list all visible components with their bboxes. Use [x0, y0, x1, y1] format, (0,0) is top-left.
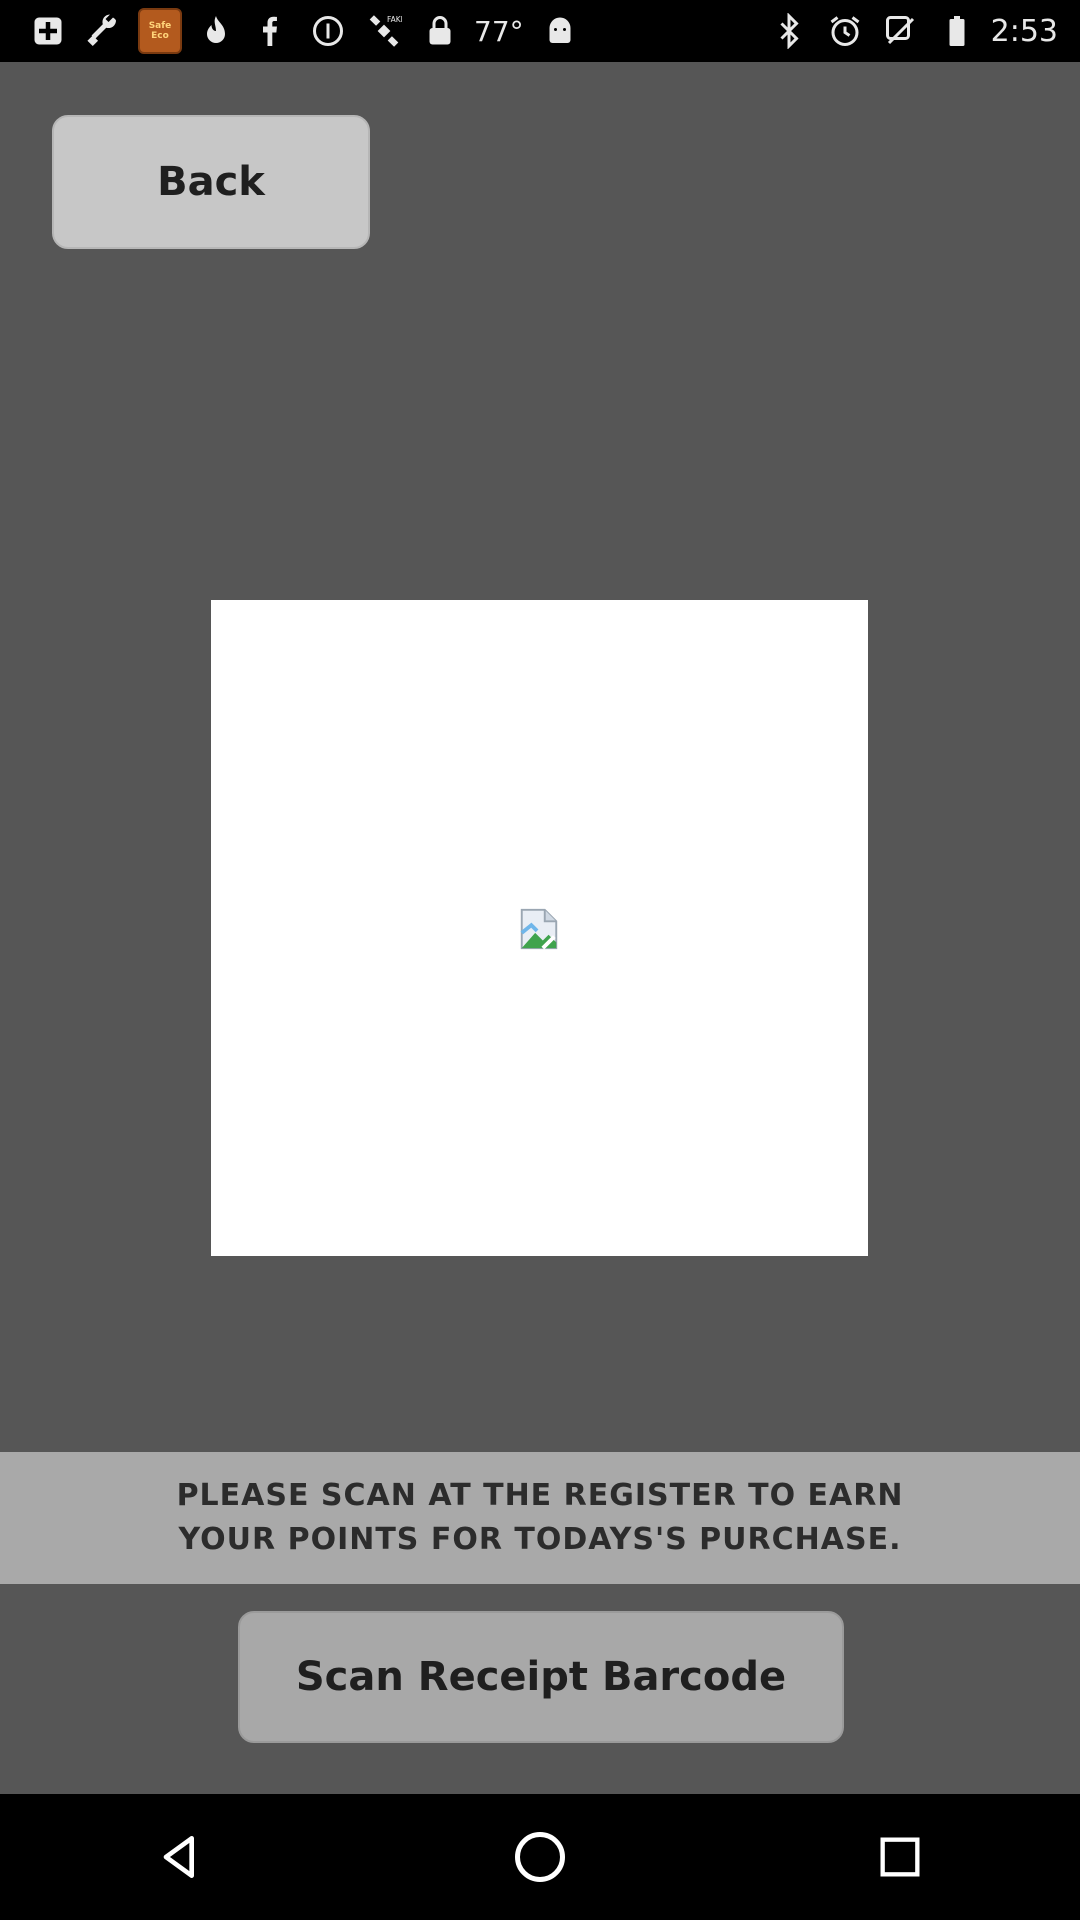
- lock-icon: [418, 9, 462, 53]
- clock-time: 2:53: [990, 13, 1058, 49]
- alarm-icon: [823, 9, 867, 53]
- broken-image-icon: [520, 908, 558, 950]
- android-icon: [538, 9, 582, 53]
- app-badge-icon: Safe Eco: [138, 8, 182, 54]
- wrench-icon: [82, 9, 126, 53]
- home-circle-icon[interactable]: [480, 1797, 600, 1917]
- status-bar-left: Safe Eco FAKE 77°: [0, 0, 594, 62]
- battery-icon: [935, 9, 979, 53]
- back-triangle-icon[interactable]: [120, 1797, 240, 1917]
- status-bar: Safe Eco FAKE 77°: [0, 0, 1080, 62]
- svg-text:FAKE: FAKE: [387, 15, 402, 24]
- app-badge-text: Safe Eco: [148, 21, 172, 41]
- fake-gps-icon: FAKE: [362, 9, 406, 53]
- bluetooth-icon: [767, 9, 811, 53]
- scan-receipt-barcode-button[interactable]: Scan Receipt Barcode: [238, 1611, 844, 1743]
- circle-info-icon: [306, 9, 350, 53]
- scan-instruction-banner: PLEASE SCAN AT THE REGISTER TO EARN YOUR…: [0, 1452, 1080, 1584]
- flame-icon: [194, 9, 238, 53]
- status-bar-right: 2:53: [767, 0, 1080, 62]
- back-button[interactable]: Back: [52, 115, 370, 249]
- barcode-image-card: [211, 600, 868, 1256]
- signal-off-icon: [879, 9, 923, 53]
- recents-square-icon[interactable]: [840, 1797, 960, 1917]
- scan-instruction-text: PLEASE SCAN AT THE REGISTER TO EARN YOUR…: [176, 1478, 904, 1557]
- medical-plus-icon: [26, 9, 70, 53]
- facebook-icon: [250, 9, 294, 53]
- navigation-bar: [0, 1794, 1080, 1920]
- temperature-text: 77°: [474, 14, 524, 48]
